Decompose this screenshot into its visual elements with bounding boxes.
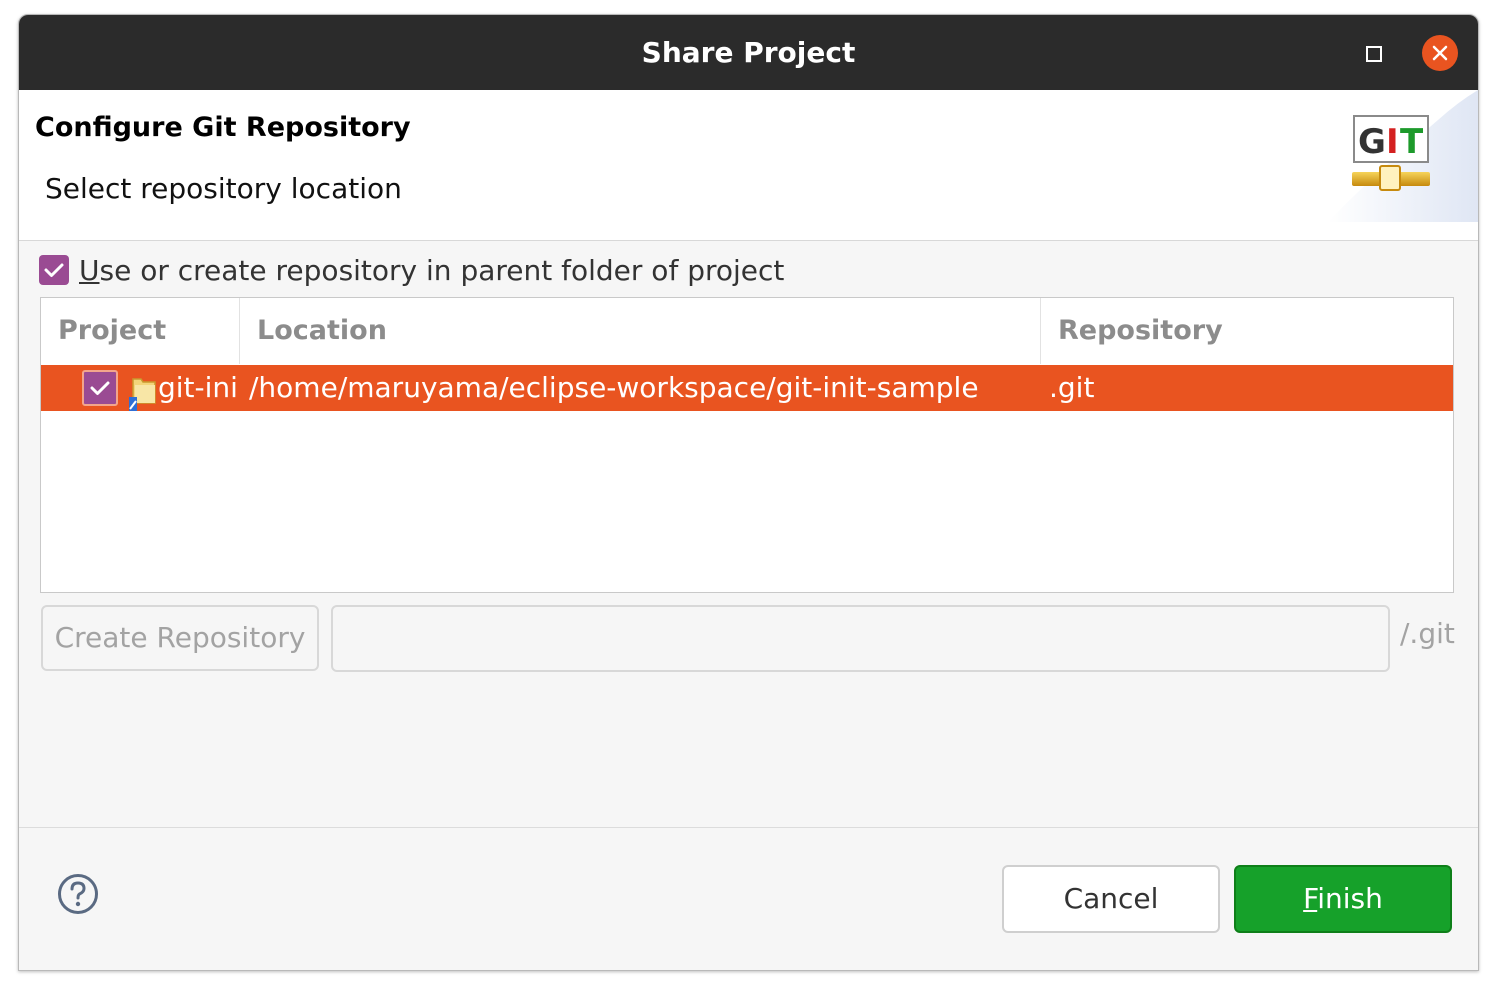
use-parent-folder-mnemonic: U <box>79 254 100 287</box>
help-icon <box>58 874 98 914</box>
cancel-button[interactable]: Cancel <box>1002 865 1220 933</box>
page-title: Configure Git Repository <box>35 112 411 143</box>
close-icon <box>1432 45 1448 61</box>
finish-button[interactable]: Finish <box>1234 865 1452 933</box>
cell-repository: .git <box>1049 371 1095 404</box>
use-parent-folder-checkbox[interactable] <box>39 255 69 285</box>
title-bar[interactable]: Share Project <box>19 15 1478 90</box>
cell-project: git-init <box>158 371 238 404</box>
column-header-location[interactable]: Location <box>240 298 1041 364</box>
projects-table[interactable]: Project Location Repository git-init /ho… <box>40 297 1454 593</box>
maximize-button[interactable] <box>1363 43 1383 63</box>
column-header-repository[interactable]: Repository <box>1041 298 1453 364</box>
cell-location: /home/maruyama/eclipse-workspace/git-ini… <box>249 371 979 404</box>
footer-divider <box>19 827 1478 828</box>
dialog-title: Share Project <box>641 36 856 69</box>
checkmark-icon <box>90 381 110 395</box>
help-button[interactable] <box>57 873 99 915</box>
git-logo-letter-t: T <box>1400 122 1424 162</box>
table-row[interactable]: git-init /home/maruyama/eclipse-workspac… <box>41 365 1453 411</box>
create-repository-button[interactable]: Create Repository <box>41 605 319 671</box>
table-header: Project Location Repository <box>41 298 1453 364</box>
page-description: Select repository location <box>45 172 402 205</box>
project-folder-icon <box>129 378 156 411</box>
git-logo-letter-i: I <box>1386 122 1399 162</box>
repository-path-input[interactable] <box>331 605 1390 672</box>
share-project-dialog: Share Project Configure Git Repository S… <box>18 14 1479 971</box>
maximize-icon <box>1366 46 1382 62</box>
close-button[interactable] <box>1422 35 1458 71</box>
git-suffix-label: /.git <box>1400 617 1455 650</box>
wizard-banner: Configure Git Repository Select reposito… <box>19 90 1478 241</box>
row-checkbox[interactable] <box>82 370 118 406</box>
finish-mnemonic: F <box>1303 882 1318 915</box>
use-parent-folder-label-text: se or create repository in parent folder… <box>99 254 785 287</box>
column-header-project[interactable]: Project <box>41 298 240 364</box>
git-logo: G I T <box>1328 90 1478 222</box>
finish-label: inish <box>1317 882 1383 915</box>
git-logo-letter-g: G <box>1358 122 1386 162</box>
checkmark-icon <box>44 263 64 277</box>
use-parent-folder-label: Use or create repository in parent folde… <box>79 253 784 289</box>
